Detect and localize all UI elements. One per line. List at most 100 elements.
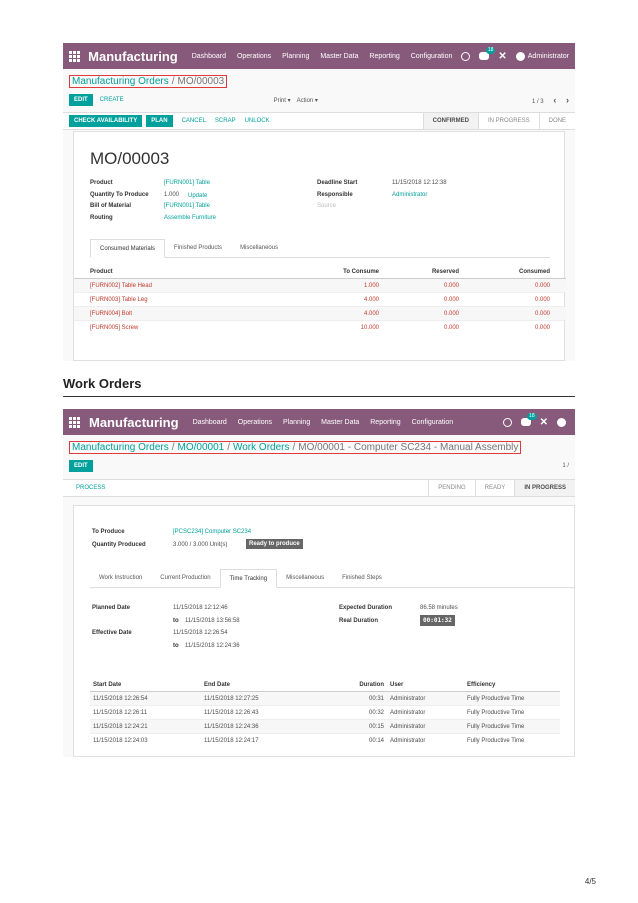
cell-consumed: 0.000 [462,306,566,321]
menu-master-data[interactable]: Master Data [320,53,358,60]
col-end-date[interactable]: End Date [201,679,311,692]
user-menu[interactable]: Administrator [515,51,569,61]
create-button[interactable]: CREATE [100,97,124,103]
menu-dashboard[interactable]: Dashboard [192,53,226,60]
tab-miscellaneous[interactable]: Miscellaneous [277,569,333,587]
apps-menu-icon[interactable] [69,416,81,428]
routing-field[interactable]: Assemble Furniture [164,215,216,221]
menu-operations[interactable]: Operations [237,53,271,60]
table-row[interactable]: 11/15/2018 12:26:11 11/15/2018 12:26:43 … [90,705,560,720]
cell-reserved: 0.000 [382,306,462,321]
stage-confirmed[interactable]: CONFIRMED [422,113,478,129]
breadcrumb-manufacturing-orders[interactable]: Manufacturing Orders [72,76,169,87]
responsible-field[interactable]: Administrator [392,192,427,198]
col-start-date[interactable]: Start Date [90,679,201,692]
pager-prev-icon[interactable]: ‹ [553,95,556,105]
breadcrumb-manufacturing-orders[interactable]: Manufacturing Orders [72,442,169,453]
qty-update-link[interactable]: Update [188,193,207,199]
pager-value[interactable]: 1 / [562,463,569,469]
stage-in-progress[interactable]: IN PROGRESS [477,113,539,129]
tab-time-tracking[interactable]: Time Tracking [219,569,278,588]
consumed-materials-table: Product To Consume Reserved Consumed [FU… [74,266,566,335]
tab-current-production[interactable]: Current Production [151,569,219,587]
table-row[interactable]: 11/15/2018 12:24:03 11/15/2018 12:24:17 … [90,733,560,748]
menu-configuration[interactable]: Configuration [411,53,453,60]
plan-button[interactable]: PLAN [146,115,173,127]
table-row[interactable]: 11/15/2018 12:26:54 11/15/2018 12:27:25 … [90,691,560,706]
chat-icon[interactable]: 18 [520,413,537,426]
tab-finished-steps[interactable]: Finished Steps [333,569,391,587]
cell-efficiency: Fully Productive Time [464,733,560,748]
cell-start-date: 11/15/2018 12:24:21 [90,719,201,734]
menu-operations[interactable]: Operations [238,419,272,426]
col-to-consume[interactable]: To Consume [284,266,382,279]
check-availability-button[interactable]: CHECK AVAILABILITY [69,115,143,127]
action-dropdown[interactable]: Action ▾ [297,97,318,104]
table-row[interactable]: [FURN005] Screw 10.000 0.000 0.000 [74,320,566,335]
tab-finished-products[interactable]: Finished Products [165,239,231,257]
close-icon[interactable]: ✕ [498,51,506,62]
app-brand[interactable]: Manufacturing [89,415,179,430]
activity-clock-icon[interactable] [502,417,512,427]
app-brand[interactable]: Manufacturing [88,49,178,64]
breadcrumb-mo[interactable]: MO/00001 [178,442,225,453]
form-sheet: To Produce [PCSC234] Computer SC234 Quan… [73,505,575,757]
cancel-button[interactable]: CANCEL [182,118,206,124]
table-row[interactable]: [FURN003] Table Leg 4.000 0.000 0.000 [74,292,566,307]
menu-configuration[interactable]: Configuration [412,419,454,426]
bom-field[interactable]: [FURN001] Table [164,203,210,209]
page-number: 4/5 [584,877,596,886]
col-consumed[interactable]: Consumed [462,266,566,279]
stage-ready[interactable]: READY [474,480,515,496]
menu-reporting[interactable]: Reporting [369,53,399,60]
breadcrumb-work-orders[interactable]: Work Orders [233,442,290,453]
table-row[interactable]: 11/15/2018 12:24:21 11/15/2018 12:24:36 … [90,719,560,734]
tab-consumed-materials[interactable]: Consumed Materials [90,239,166,258]
stage-pending[interactable]: PENDING [428,480,474,496]
col-user[interactable]: User [387,679,464,692]
cell-duration: 00:31 [311,691,387,706]
process-button[interactable]: PROCESS [76,485,105,491]
effective-date-label: Effective Date [92,630,132,636]
edit-button[interactable]: EDIT [69,460,93,472]
pager-value[interactable]: 1 / 3 [532,99,544,105]
col-product[interactable]: Product [74,266,284,279]
to-produce-field[interactable]: [PCSC234] Computer SC234 [173,529,251,535]
cell-product: [FURN005] Screw [74,320,284,335]
edit-button[interactable]: EDIT [69,94,93,106]
cell-user: Administrator [387,719,464,734]
stage-done[interactable]: DONE [538,113,575,129]
unlock-button[interactable]: UNLOCK [245,118,270,124]
table-row[interactable]: [FURN002] Table Head 1.000 0.000 0.000 [74,278,566,293]
cell-to-consume: 10.000 [284,320,382,335]
menu-dashboard[interactable]: Dashboard [193,419,227,426]
stage-in-progress[interactable]: IN PROGRESS [514,480,575,496]
print-dropdown[interactable]: Print ▾ [274,97,291,104]
planned-date-start: 11/15/2018 12:12:46 [173,605,228,611]
activity-clock-icon[interactable] [461,51,471,61]
menu-planning[interactable]: Planning [282,53,309,60]
cell-duration: 00:32 [311,705,387,720]
menu-planning[interactable]: Planning [283,419,310,426]
col-reserved[interactable]: Reserved [382,266,462,279]
responsible-label: Responsible [317,192,353,198]
tab-work-instruction[interactable]: Work Instruction [90,569,151,587]
chat-badge: 18 [527,413,537,420]
apps-menu-icon[interactable] [69,50,80,62]
close-icon[interactable]: ✕ [540,417,548,428]
user-avatar-icon[interactable] [557,417,566,427]
record-title: MO/00003 [90,149,170,168]
tab-miscellaneous[interactable]: Miscellaneous [231,239,287,257]
col-duration[interactable]: Duration [311,679,387,692]
menu-reporting[interactable]: Reporting [370,419,400,426]
chat-icon[interactable]: 18 [479,47,496,60]
table-row[interactable]: [FURN004] Bolt 4.000 0.000 0.000 [74,306,566,321]
col-efficiency[interactable]: Efficiency [464,679,560,692]
scrap-button[interactable]: SCRAP [215,118,236,124]
menu-master-data[interactable]: Master Data [321,419,359,426]
cell-user: Administrator [387,691,464,706]
breadcrumb: Manufacturing Orders / MO/00003 [63,69,575,88]
product-field[interactable]: [FURN001] Table [164,180,210,186]
pager-next-icon[interactable]: › [566,95,569,105]
breadcrumb-separator: / [171,442,175,453]
